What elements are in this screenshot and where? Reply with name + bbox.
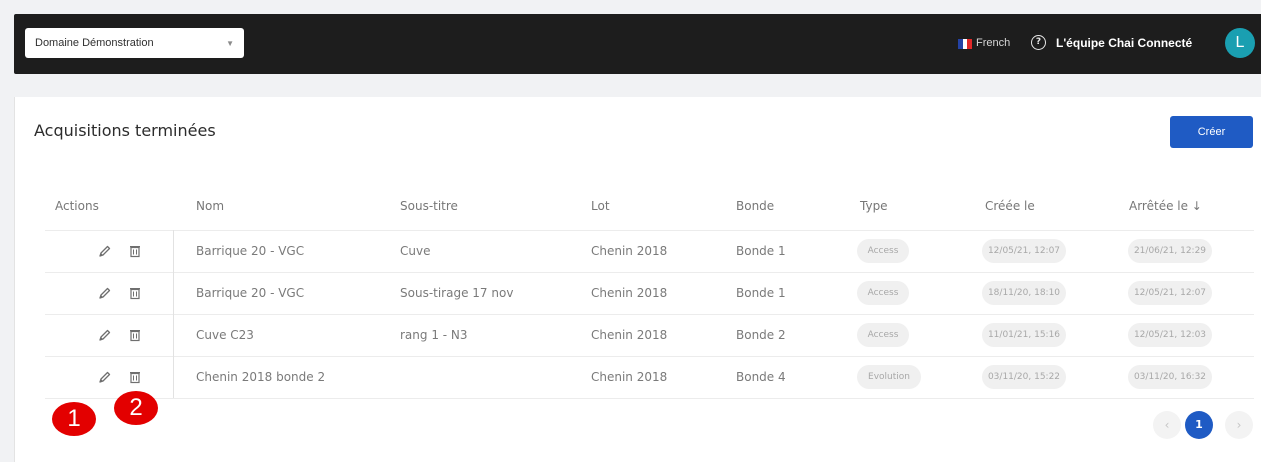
cell-lot: Chenin 2018 [591,370,668,384]
table-row[interactable]: Cuve C23 rang 1 - N3 Chenin 2018 Bonde 2 Acc… [45,314,1254,356]
cell-nom: Cuve C23 [196,328,254,342]
column-header-bonde[interactable]: Bonde [736,199,774,213]
language-selector[interactable]: French [976,37,1010,49]
created-date-badge: 12/05/21, 12:07 [982,239,1066,263]
type-badge: Access [857,239,909,263]
edit-pencil-icon[interactable] [98,327,112,341]
cell-bonde: Bonde 2 [736,328,786,342]
delete-trash-icon[interactable] [128,327,142,342]
table-divider [45,398,1254,399]
cell-nom: Chenin 2018 bonde 2 [196,370,326,384]
table-row[interactable]: Barrique 20 - VGC Cuve Chenin 2018 Bonde 1 A… [45,230,1254,272]
column-header-creee-le[interactable]: Créée le [985,199,1035,213]
type-badge: Access [857,323,909,347]
pagination-next-button[interactable]: › [1225,411,1253,439]
domain-select-value: Domaine Démonstration [35,37,154,49]
created-date-badge: 18/11/20, 18:10 [982,281,1066,305]
domain-select[interactable]: Domaine Démonstration ▼ [25,28,244,58]
created-date-badge: 11/01/21, 15:16 [982,323,1066,347]
create-button[interactable]: Créer [1170,116,1253,148]
type-badge: Access [857,281,909,305]
column-header-type[interactable]: Type [860,199,888,213]
annotation-marker-2: 2 [114,391,158,425]
stopped-date-badge: 21/06/21, 12:29 [1128,239,1212,263]
french-flag-icon[interactable] [958,39,973,49]
main-panel: Acquisitions terminées Créer Actions Nom… [14,97,1261,462]
cell-nom: Barrique 20 - VGC [196,244,305,258]
created-date-badge: 03/11/20, 15:22 [982,365,1066,389]
column-header-lot[interactable]: Lot [591,199,610,213]
stopped-date-badge: 03/11/20, 16:32 [1128,365,1212,389]
column-header-arretee-le[interactable]: Arrêtée le ↓ [1129,199,1202,213]
stopped-date-badge: 12/05/21, 12:07 [1128,281,1212,305]
delete-trash-icon[interactable] [128,285,142,300]
cell-lot: Chenin 2018 [591,244,668,258]
cell-sous-titre: Sous-tirage 17 nov [400,286,514,300]
cell-lot: Chenin 2018 [591,286,668,300]
table-row[interactable]: Chenin 2018 bonde 2 Chenin 2018 Bonde 4 Evo… [45,356,1254,398]
delete-trash-icon[interactable] [128,243,142,258]
cell-sous-titre: Cuve [400,244,431,258]
column-header-nom[interactable]: Nom [196,199,224,213]
edit-pencil-icon[interactable] [98,369,112,383]
chevron-down-icon: ▼ [226,39,234,48]
cell-lot: Chenin 2018 [591,328,668,342]
cell-bonde: Bonde 4 [736,370,786,384]
edit-pencil-icon[interactable] [98,285,112,299]
column-header-actions: Actions [55,199,99,213]
column-header-sous-titre[interactable]: Sous-titre [400,199,458,213]
delete-trash-icon[interactable] [128,369,142,384]
type-badge: Evolution [857,365,921,389]
cell-bonde: Bonde 1 [736,286,786,300]
avatar[interactable]: L [1225,28,1255,58]
pagination-page-1[interactable]: 1 [1185,411,1213,439]
annotation-marker-1: 1 [52,402,96,436]
stopped-date-badge: 12/05/21, 12:03 [1128,323,1212,347]
help-icon[interactable]: ? [1031,35,1046,50]
edit-pencil-icon[interactable] [98,243,112,257]
table-row[interactable]: Barrique 20 - VGC Sous-tirage 17 nov Cheni… [45,272,1254,314]
cell-bonde: Bonde 1 [736,244,786,258]
cell-sous-titre: rang 1 - N3 [400,328,468,342]
cell-nom: Barrique 20 - VGC [196,286,305,300]
team-name[interactable]: L'équipe Chai Connecté [1056,36,1192,50]
top-bar: Domaine Démonstration ▼ French ? L'équip… [14,14,1261,74]
page-title: Acquisitions terminées [34,121,216,140]
pagination-prev-button[interactable]: ‹ [1153,411,1181,439]
